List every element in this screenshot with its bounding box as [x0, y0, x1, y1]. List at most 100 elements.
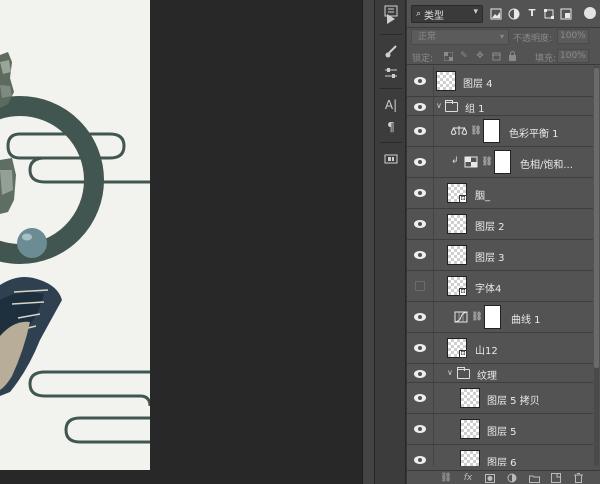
row-divider	[433, 271, 434, 301]
eye-icon[interactable]	[411, 217, 429, 231]
layer-row[interactable]: ⛓ 色彩平衡 1	[407, 116, 593, 147]
lock-pixels-icon[interactable]: ✎	[459, 51, 469, 61]
layers-scrollbar[interactable]	[594, 66, 599, 466]
delete-layer-icon[interactable]	[571, 472, 585, 484]
chevron-down-icon[interactable]: ∨	[447, 368, 453, 377]
layer-thumbnail	[460, 388, 480, 408]
group-row[interactable]: ∨ 纹理	[407, 364, 593, 383]
smart-object-filter-icon[interactable]	[559, 6, 573, 21]
eye-icon[interactable]	[411, 422, 429, 436]
brush-settings-icon[interactable]	[381, 64, 401, 82]
layer-name[interactable]: 图层 5 拷贝	[487, 392, 540, 407]
layer-row[interactable]: ⛓ 曲线 1	[407, 302, 593, 333]
layer-name[interactable]: 组 1	[465, 100, 485, 115]
row-divider	[433, 333, 434, 363]
eye-icon[interactable]	[411, 391, 429, 405]
filter-kind-select[interactable]: ⌕ 类型 ▾	[411, 5, 483, 23]
lock-transparency-icon[interactable]	[443, 51, 453, 61]
adjustment-layer-icon[interactable]	[505, 472, 519, 484]
lock-all-icon[interactable]	[507, 51, 517, 61]
brush-icon[interactable]	[381, 42, 401, 60]
fill-field[interactable]: 100%	[557, 49, 589, 63]
layer-name[interactable]: 图层 6	[487, 454, 517, 466]
link-icon[interactable]: ⛓	[471, 310, 482, 324]
layer-name[interactable]: 色相/饱和...	[520, 156, 573, 171]
image-filter-icon[interactable]	[489, 6, 503, 21]
layer-name[interactable]: 图层 2	[475, 218, 505, 233]
lock-artboard-icon[interactable]	[491, 51, 501, 61]
visibility-off-box[interactable]	[415, 281, 425, 291]
canvas-bottom-strip	[0, 470, 150, 484]
layer-row[interactable]: 图层 4	[407, 66, 593, 97]
play-icon[interactable]	[381, 10, 401, 28]
layer-name[interactable]: 图层 4	[463, 75, 493, 90]
layer-name[interactable]: 纹理	[477, 367, 497, 382]
eye-icon[interactable]	[411, 74, 429, 88]
strip-separator	[380, 34, 402, 35]
chevron-down-icon: ▾	[473, 7, 478, 17]
layer-row[interactable]: ⊡ 字体4	[407, 271, 593, 302]
layer-name[interactable]: 色彩平衡 1	[509, 125, 559, 140]
character-glyph: A|	[384, 98, 398, 112]
group-row[interactable]: ∨ 组 1	[407, 97, 593, 116]
new-layer-icon[interactable]	[549, 472, 563, 484]
layer-mask-thumbnail[interactable]	[483, 119, 500, 143]
chevron-down-icon[interactable]: ∨	[436, 101, 442, 110]
layer-row[interactable]: 图层 3	[407, 240, 593, 271]
layer-row[interactable]: 图层 5 拷贝	[407, 383, 593, 414]
row-divider	[433, 209, 434, 239]
eye-icon[interactable]	[411, 155, 429, 169]
layer-row[interactable]: ⊡ 山12	[407, 333, 593, 364]
layer-thumbnail	[436, 71, 456, 91]
layer-row[interactable]: 图层 5	[407, 414, 593, 445]
row-divider	[433, 445, 434, 466]
blend-mode-select[interactable]: 正常 ▾	[411, 29, 509, 45]
layer-row[interactable]: ⊡ 胭_	[407, 178, 593, 209]
layer-name[interactable]: 字体4	[475, 280, 501, 295]
eye-icon[interactable]	[411, 367, 429, 381]
eye-icon[interactable]	[411, 453, 429, 466]
scrollbar-thumb[interactable]	[594, 68, 599, 368]
eye-icon[interactable]	[411, 124, 429, 138]
fill-value: 100%	[560, 51, 586, 61]
layer-name[interactable]: 曲线 1	[511, 311, 541, 326]
add-mask-icon[interactable]	[483, 472, 497, 484]
eye-icon[interactable]	[411, 100, 429, 114]
layer-name[interactable]: 山12	[475, 342, 498, 357]
eye-icon[interactable]	[411, 186, 429, 200]
link-layers-icon[interactable]: ⛓	[439, 472, 453, 484]
eye-icon[interactable]	[411, 341, 429, 355]
link-icon[interactable]: ⛓	[481, 155, 492, 169]
new-group-icon[interactable]	[527, 472, 541, 484]
libraries-icon[interactable]	[381, 150, 401, 168]
fx-icon[interactable]: fx	[461, 472, 475, 484]
opacity-field[interactable]: 100%	[557, 29, 589, 44]
eye-icon[interactable]	[411, 248, 429, 262]
character-icon[interactable]: A|	[381, 96, 401, 114]
row-divider	[433, 66, 434, 96]
smart-object-icon: ⊡	[459, 350, 467, 358]
paragraph-icon[interactable]: ¶	[381, 118, 401, 136]
smart-object-icon: ⊡	[459, 288, 467, 296]
layer-row[interactable]: 图层 2	[407, 209, 593, 240]
color-balance-icon	[451, 124, 467, 138]
layer-name[interactable]: 图层 5	[487, 423, 517, 438]
layer-list: 图层 4 ∨ 组 1 ⛓ 色彩平衡 1 ↲ ⛓ 色相/饱和... ⊡ 胭_ 图层…	[407, 66, 593, 466]
row-divider	[433, 414, 434, 444]
layer-mask-thumbnail[interactable]	[494, 150, 511, 174]
link-icon[interactable]: ⛓	[470, 124, 481, 138]
layer-name[interactable]: 胭_	[475, 187, 490, 202]
adjustment-filter-icon[interactable]	[507, 6, 521, 21]
document-canvas[interactable]	[0, 0, 150, 470]
layer-mask-thumbnail[interactable]	[484, 305, 501, 329]
filter-kind-label: 类型	[424, 10, 445, 22]
type-filter-icon[interactable]: T	[525, 6, 539, 21]
layer-row[interactable]: 图层 6	[407, 445, 593, 466]
shape-filter-icon[interactable]	[542, 6, 556, 21]
filter-toggle[interactable]	[584, 7, 596, 19]
layer-name[interactable]: 图层 3	[475, 249, 505, 264]
panel-dock-divider[interactable]	[362, 0, 374, 484]
layer-row[interactable]: ↲ ⛓ 色相/饱和...	[407, 147, 593, 178]
eye-icon[interactable]	[411, 310, 429, 324]
lock-position-icon[interactable]: ✥	[475, 51, 485, 61]
